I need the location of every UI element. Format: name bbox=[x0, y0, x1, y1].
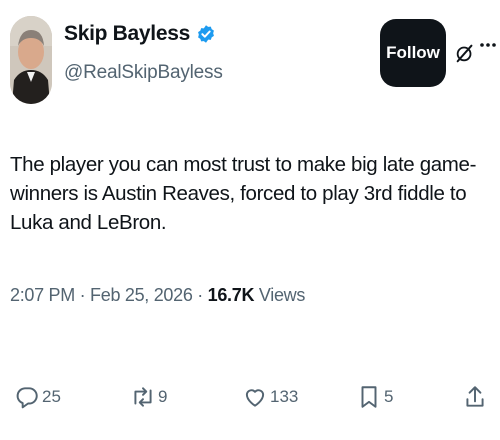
grok-icon[interactable] bbox=[454, 42, 476, 64]
more-icon[interactable] bbox=[480, 42, 496, 48]
views-count: 16.7K bbox=[207, 285, 255, 305]
action-bar: 25 9 133 5 bbox=[0, 384, 500, 424]
avatar-image bbox=[10, 16, 52, 104]
verified-badge-icon bbox=[198, 25, 214, 43]
repost-icon bbox=[134, 387, 152, 407]
share-button[interactable] bbox=[462, 384, 488, 410]
tweet-date[interactable]: Feb 25, 2026 bbox=[90, 285, 193, 305]
like-count: 133 bbox=[270, 387, 299, 406]
follow-button[interactable]: Follow bbox=[380, 19, 446, 87]
views-label: Views bbox=[254, 285, 306, 305]
reply-button[interactable]: 25 bbox=[14, 384, 61, 410]
like-icon bbox=[245, 389, 265, 407]
author-display-name[interactable]: Skip Bayless bbox=[64, 22, 190, 46]
meta-separator: · bbox=[74, 285, 91, 305]
reply-count: 25 bbox=[42, 387, 61, 406]
share-icon bbox=[466, 386, 484, 407]
tweet-text: The player you can most trust to make bi… bbox=[10, 153, 477, 234]
bookmark-count: 5 bbox=[384, 387, 394, 406]
reply-icon bbox=[16, 387, 38, 409]
author-name-row: Skip Bayless bbox=[64, 22, 216, 46]
tweet-meta: 2:07 PM · Feb 25, 2026 · 16.7K Views bbox=[10, 285, 305, 306]
author-handle[interactable]: @RealSkipBayless bbox=[64, 62, 223, 84]
meta-separator: · bbox=[192, 285, 208, 305]
avatar[interactable] bbox=[10, 16, 52, 104]
repost-count: 9 bbox=[158, 387, 168, 406]
like-button[interactable]: 133 bbox=[242, 384, 298, 410]
bookmark-button[interactable]: 5 bbox=[356, 384, 393, 410]
repost-button[interactable]: 9 bbox=[130, 384, 167, 410]
bookmark-icon bbox=[361, 386, 377, 408]
tweet-time[interactable]: 2:07 PM bbox=[10, 285, 75, 305]
